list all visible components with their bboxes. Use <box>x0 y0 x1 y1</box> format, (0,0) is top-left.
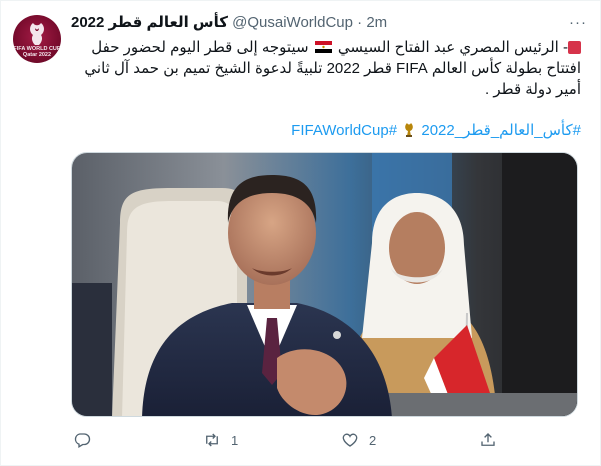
avatar[interactable]: FIFA WORLD CUP Qatar 2022 <box>13 15 61 63</box>
like-button[interactable]: 2 <box>341 429 376 451</box>
tweet-text-line-2: افتتاح بطولة كأس العالم FIFA قطر 2022 تل… <box>84 60 581 77</box>
red-square-icon <box>568 41 581 54</box>
share-icon <box>481 433 495 446</box>
hashtags: #كأس_العالم_قطر_2022 #FIFAWorldCup <box>71 121 581 141</box>
egypt-flag-icon <box>314 41 332 53</box>
world-cup-emblem-icon <box>30 23 44 45</box>
more-options-icon[interactable]: ··· <box>568 15 588 31</box>
user-handle[interactable]: @QusaiWorldCup <box>232 14 353 31</box>
tweet-text-line-3: أمير دولة قطر . <box>485 81 581 98</box>
tweet-photo[interactable] <box>71 152 578 417</box>
hashtag-link[interactable]: #FIFAWorldCup <box>291 122 397 139</box>
retweet-icon <box>206 433 218 447</box>
photo-illustration <box>72 153 577 416</box>
tweet-header: كأس العالم قطر 2022 @QusaiWorldCup · 2m <box>71 13 591 33</box>
tweet-text: - الرئيس المصري عبد الفتاح السيسي سيتوجه… <box>71 37 581 100</box>
hashtag-link[interactable]: #كأس_العالم_قطر_2022 <box>421 122 581 139</box>
avatar-emblem-text: FIFA WORLD CUP Qatar 2022 <box>13 46 61 58</box>
display-name[interactable]: كأس العالم قطر 2022 <box>71 14 228 31</box>
heart-icon <box>342 433 358 447</box>
separator-dot: · <box>357 14 363 31</box>
timestamp[interactable]: 2m <box>366 14 387 31</box>
trophy-icon <box>405 123 414 137</box>
reply-button[interactable] <box>73 429 101 451</box>
retweet-button[interactable]: 1 <box>203 429 238 451</box>
like-count: 2 <box>369 432 377 448</box>
share-button[interactable] <box>479 429 507 451</box>
tweet-text-line-1: - الرئيس المصري عبد الفتاح السيسي سيتوجه… <box>71 37 581 58</box>
tweet-card[interactable]: FIFA WORLD CUP Qatar 2022 كأس العالم قطر… <box>0 0 601 466</box>
action-bar: 1 2 <box>71 429 581 451</box>
reply-icon <box>74 433 91 448</box>
retweet-count: 1 <box>231 432 239 448</box>
